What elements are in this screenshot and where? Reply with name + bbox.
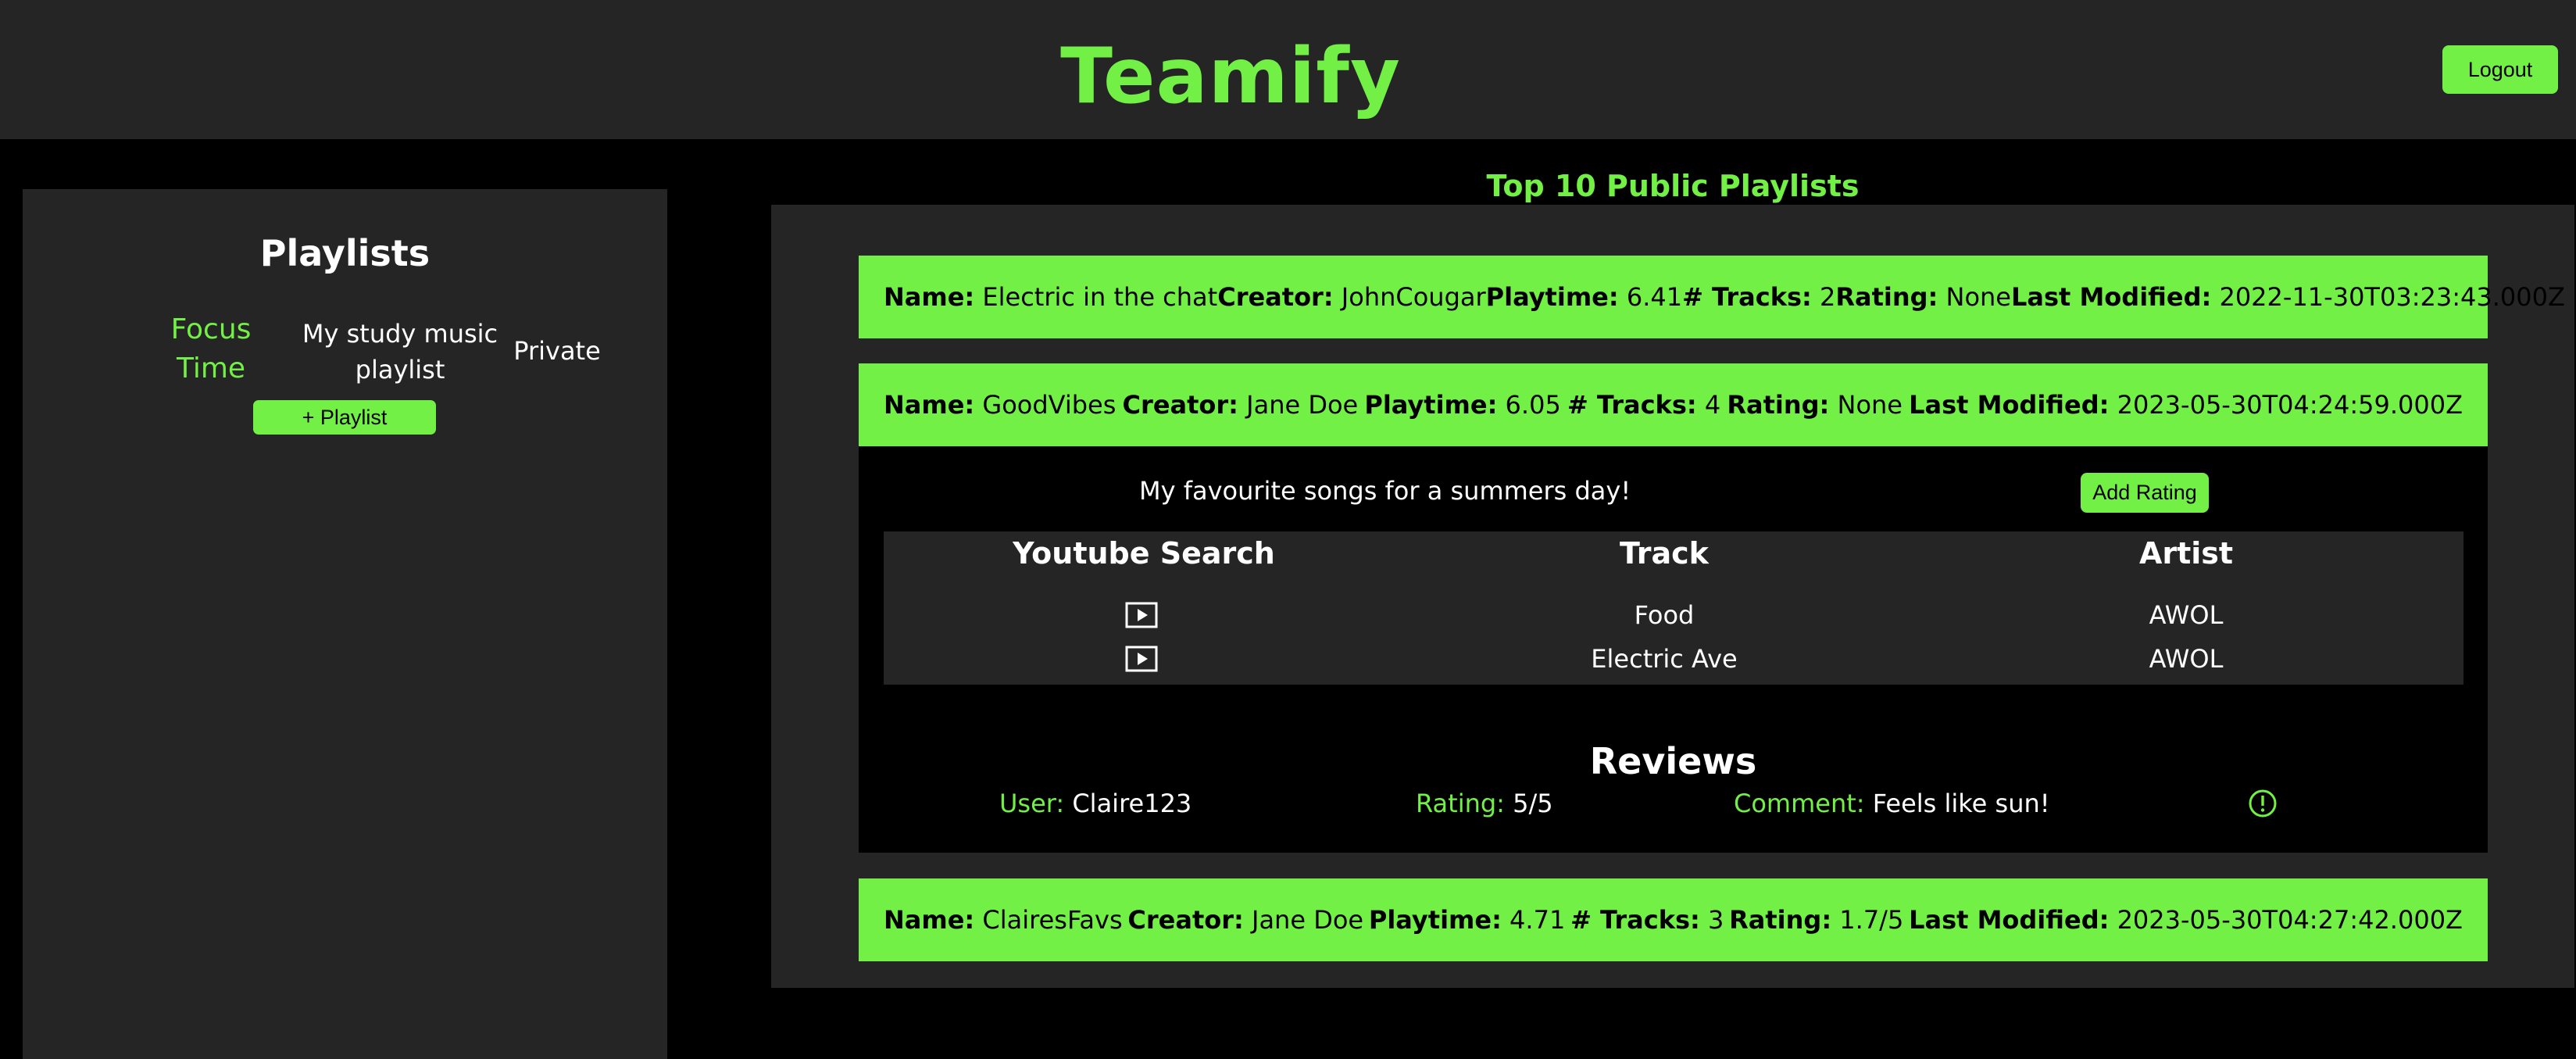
rating-label: Rating: — [1835, 282, 1938, 312]
artist-cell: AWOL — [2149, 600, 2224, 630]
last-modified-label: Last Modified: — [1909, 390, 2110, 420]
review-rating-value: 5/5 — [1513, 789, 1553, 818]
review-user: User: Claire123 — [999, 785, 1192, 821]
header: Teamify Logout — [0, 0, 2576, 139]
playlist-playtime: 6.05 — [1505, 390, 1561, 420]
creator-label: Creator: — [1217, 282, 1334, 312]
playlist-name-field: Name: ClairesFavs — [884, 905, 1123, 935]
review-comment: Comment: Feels like sun! — [1734, 785, 2050, 821]
report-icon[interactable] — [2247, 788, 2278, 819]
add-rating-button[interactable]: Add Rating — [2081, 473, 2209, 513]
tracks-label: # Tracks: — [1682, 282, 1812, 312]
playtime-label: Playtime: — [1485, 282, 1619, 312]
last-modified-label: Last Modified: — [1909, 905, 2110, 935]
track-cell: Electric Ave — [1591, 644, 1738, 674]
review-user-value: Claire123 — [1072, 789, 1192, 818]
playlist-playtime: 6.41 — [1626, 282, 1683, 312]
youtube-play-icon[interactable] — [1125, 602, 1158, 628]
playlist-tracks-field: # Tracks: 2 — [1682, 282, 1835, 312]
playlist-rating-field: Rating: 1.7/5 — [1729, 905, 1903, 935]
logout-button[interactable]: Logout — [2442, 45, 2558, 94]
playlist-rating: 1.7/5 — [1839, 905, 1904, 935]
tracks-label: # Tracks: — [1567, 390, 1697, 420]
name-label: Name: — [884, 282, 975, 312]
artist-header: Artist — [2138, 536, 2234, 571]
playtime-label: Playtime: — [1368, 905, 1502, 935]
playlist-tracks-field: # Tracks: 4 — [1567, 390, 1720, 420]
playlist-name: GoodVibes — [982, 390, 1117, 420]
playlist-tracks: 4 — [1704, 390, 1721, 420]
playlist-creator-field: Creator: JohnCougar — [1217, 282, 1485, 312]
playlist-row-electric-in-the-chat[interactable]: Name: Electric in the chat Creator: John… — [859, 256, 2565, 338]
review-rating-label: Rating: — [1416, 789, 1505, 818]
rating-label: Rating: — [1727, 390, 1830, 420]
playlist-rating-field: Rating: None — [1835, 282, 2011, 312]
track-cell: Food — [1634, 600, 1695, 630]
playlist-playtime-field: Playtime: 4.71 — [1369, 905, 1565, 935]
playlist-last-modified-field: Last Modified: 2022-11-30T03:23:43.000Z — [2011, 282, 2565, 312]
review-user-label: User: — [999, 789, 1065, 818]
playlist-tracks: 3 — [1707, 905, 1724, 935]
playlist-last-modified-field: Last Modified: 2023-05-30T04:24:59.000Z — [1909, 390, 2463, 420]
playlist-rating: None — [1837, 390, 1903, 420]
app-title: Teamify — [1060, 32, 1401, 121]
playlist-creator: Jane Doe — [1246, 390, 1359, 420]
playlist-last-modified: 2023-05-30T04:27:42.000Z — [2117, 905, 2463, 935]
track-header: Track — [1620, 536, 1709, 571]
name-label: Name: — [884, 905, 975, 935]
playlist-last-modified-field: Last Modified: 2023-05-30T04:27:42.000Z — [1909, 905, 2463, 935]
youtube-search-header: Youtube Search — [1013, 536, 1275, 571]
playlist-description: My favourite songs for a summers day! — [1139, 476, 1631, 506]
playlist-tracks-field: # Tracks: 3 — [1570, 905, 1724, 935]
playlist-rating: None — [1945, 282, 2011, 312]
playlist-creator: Jane Doe — [1252, 905, 1364, 935]
add-playlist-button[interactable]: + Playlist — [253, 400, 436, 435]
last-modified-label: Last Modified: — [2010, 282, 2212, 312]
playlist-row-goodvibes[interactable]: Name: GoodVibes Creator: Jane Doe Playti… — [859, 363, 2488, 446]
sidebar: Playlists Focus Time My study music play… — [23, 189, 667, 1059]
playlist-creator: JohnCougar — [1341, 282, 1486, 312]
tracks-label: # Tracks: — [1570, 905, 1700, 935]
artist-cell: AWOL — [2149, 644, 2224, 674]
reviews-title: Reviews — [1589, 740, 1757, 782]
sidebar-item-focus-time[interactable]: Focus Time — [140, 310, 282, 388]
playlist-playtime-field: Playtime: 6.41 — [1486, 282, 1682, 312]
sidebar-item-my-study-music-playlist[interactable]: My study music playlist — [288, 316, 512, 388]
playlist-name-field: Name: Electric in the chat — [884, 282, 1217, 312]
playlist-creator-field: Creator: Jane Doe — [1123, 390, 1359, 420]
youtube-play-icon[interactable] — [1125, 646, 1158, 672]
playlist-last-modified: 2022-11-30T03:23:43.000Z — [2219, 282, 2565, 312]
review-comment-value: Feels like sun! — [1872, 789, 2050, 818]
review-rating: Rating: 5/5 — [1416, 785, 1553, 821]
playlist-creator-field: Creator: Jane Doe — [1127, 905, 1363, 935]
main-heading: Top 10 Public Playlists — [1486, 169, 1860, 203]
creator-label: Creator: — [1122, 390, 1238, 420]
sidebar-title: Playlists — [259, 232, 431, 274]
rating-label: Rating: — [1729, 905, 1832, 935]
sidebar-item-private[interactable]: Private — [491, 333, 623, 369]
playlist-playtime-field: Playtime: 6.05 — [1364, 390, 1560, 420]
playlist-row-clairesfavs[interactable]: Name: ClairesFavs Creator: Jane Doe Play… — [859, 878, 2488, 961]
playlist-playtime: 4.71 — [1510, 905, 1566, 935]
playlist-tracks: 2 — [1819, 282, 1836, 312]
playlist-rating-field: Rating: None — [1727, 390, 1903, 420]
playlist-name: ClairesFavs — [982, 905, 1123, 935]
playtime-label: Playtime: — [1364, 390, 1498, 420]
playlist-last-modified: 2023-05-30T04:24:59.000Z — [2117, 390, 2463, 420]
playlist-name-field: Name: GoodVibes — [884, 390, 1116, 420]
playlist-name: Electric in the chat — [982, 282, 1218, 312]
review-comment-label: Comment: — [1734, 789, 1865, 818]
name-label: Name: — [884, 390, 975, 420]
creator-label: Creator: — [1127, 905, 1244, 935]
